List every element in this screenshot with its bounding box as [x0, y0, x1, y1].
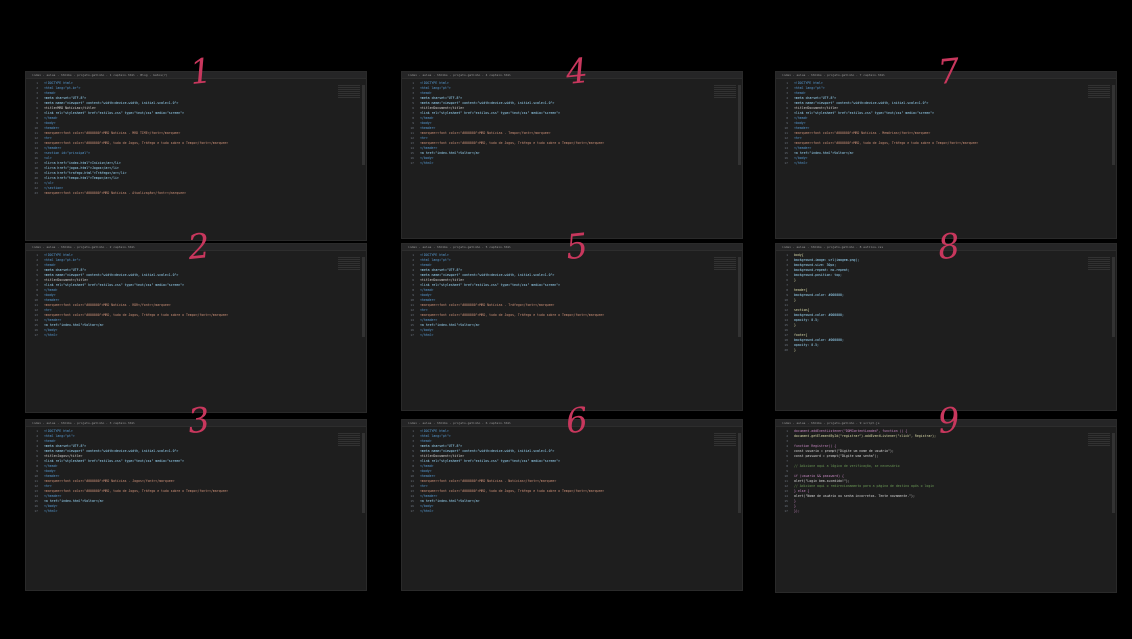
code-editor[interactable]: 1 2 3 4 5 6 7 8 9 10 11 12 13 14 15 16 17 <!DOCTYPE html>…	[776, 79, 1116, 238]
code-editor[interactable]: 1 2 3 4 5 6 7 8 9 10 11 12 13 14 15 16 17 <!DOCTYPE html>…	[26, 251, 366, 412]
line-number-gutter: 1 2 3 4 5 6 7 8 9 10 11 12 13 14 15 16 17	[26, 253, 40, 338]
handwritten-panel-number: 7	[935, 50, 962, 94]
line-number-gutter: 1 2 3 4 5 6 7 8 9 10 11 12 13 14 15 16 17	[26, 429, 40, 514]
code-lines: <!DOCTYPE html> <html lang="pt"> <head> <m…	[420, 81, 708, 166]
line-number-gutter: 1 2 3 4 5 6 7 8 9 10 11 12 13 14 15 16 17	[776, 81, 790, 166]
minimap[interactable]	[338, 85, 360, 99]
handwritten-panel-number: 9	[935, 399, 962, 443]
editor-panel-9: index · aulas · htmlbs · projeto-gatinho…	[776, 420, 1116, 592]
minimap[interactable]	[338, 433, 360, 447]
editor-panel-6: index · aulas · htmlbs · projeto-gatinho…	[402, 420, 742, 590]
line-number: 17	[410, 509, 414, 513]
code-lines: <!DOCTYPE html> <html lang="pt-br"> <head>…	[44, 81, 332, 196]
line-number: 17	[784, 161, 788, 165]
vertical-scrollbar[interactable]	[738, 433, 741, 513]
editor-panel-5: index · aulas · htmlbs · projeto-gatinho…	[402, 244, 742, 410]
code-lines: document.addEventListener("DOMContentLoa…	[794, 429, 1082, 514]
code-lines: <!DOCTYPE html> <html lang="pt-br"> <head>…	[44, 253, 332, 338]
handwritten-panel-number: 2	[185, 225, 212, 269]
editor-panel-1: index · aulas · htmlbs · projeto-gatinho…	[26, 72, 366, 240]
minimap[interactable]	[1088, 85, 1110, 99]
code-editor[interactable]: 1 2 3 4 5 6 7 8 9 10 11 12 13 14 15 16 17 <!DOCTYPE html>…	[402, 251, 742, 410]
code-lines: <!DOCTYPE html> <html lang="pt"> <head> <m…	[44, 429, 332, 514]
code-lines: <!DOCTYPE html> <html lang="pt"> <head> <m…	[794, 81, 1082, 166]
vertical-scrollbar[interactable]	[1112, 85, 1115, 165]
editor-panel-7: index · aulas · htmlbs · projeto-gatinho…	[776, 72, 1116, 238]
line-number: 20	[784, 348, 788, 352]
line-number: 17	[784, 509, 788, 513]
line-number: 23	[34, 191, 38, 195]
code-editor[interactable]: 1 2 3 4 5 6 7 8 9 10 11 12 13 14 15 16 17 document.addEve…	[776, 427, 1116, 592]
line-number-gutter: 1 2 3 4 5 6 7 8 9 10 11 12 13 14 15 16 17 18 19 20 21 22 23	[26, 81, 40, 196]
vertical-scrollbar[interactable]	[362, 257, 365, 337]
line-number: 17	[410, 161, 414, 165]
code-editor[interactable]: 1 2 3 4 5 6 7 8 9 10 11 12 13 14 15 16 17 18 19 20 21 22 23 <!D…	[26, 79, 366, 240]
code-line: }	[794, 348, 796, 352]
code-lines: <!DOCTYPE html> <html lang="pt"> <head> <m…	[420, 429, 708, 514]
line-number: 17	[410, 333, 414, 337]
code-line: </html>	[420, 333, 434, 337]
vertical-scrollbar[interactable]	[362, 433, 365, 513]
handwritten-panel-number: 8	[935, 225, 962, 269]
vertical-scrollbar[interactable]	[738, 257, 741, 337]
line-number-gutter: 1 2 3 4 5 6 7 8 9 10 11 12 13 14 15 16 17	[402, 253, 416, 338]
code-line: </html>	[420, 509, 434, 513]
code-line: </html>	[44, 509, 58, 513]
code-editor[interactable]: 1 2 3 4 5 6 7 8 9 10 11 12 13 14 15 16 17 <!DOCTYPE html>…	[402, 79, 742, 238]
minimap[interactable]	[714, 85, 736, 99]
minimap[interactable]	[1088, 257, 1110, 271]
code-line: <marquee><font color="#000000">MRD Notíc…	[44, 191, 187, 195]
code-line: </html>	[794, 161, 808, 165]
code-line: </html>	[420, 161, 434, 165]
vertical-scrollbar[interactable]	[1112, 257, 1115, 337]
line-number: 17	[34, 509, 38, 513]
line-number: 17	[34, 333, 38, 337]
code-editor[interactable]: 1 2 3 4 5 6 7 8 9 10 11 12 13 14 15 16 17 <!DOCTYPE html>…	[26, 427, 366, 590]
minimap[interactable]	[714, 433, 736, 447]
editor-panel-8: index · aulas · htmlbs · projeto-gatinho…	[776, 244, 1116, 410]
code-lines: body{ background-image: url(imagem.png);…	[794, 253, 1082, 353]
line-number-gutter: 1 2 3 4 5 6 7 8 9 10 11 12 13 14 15 16 17	[776, 429, 790, 514]
handwritten-panel-number: 1	[187, 50, 214, 94]
code-line: </html>	[44, 333, 58, 337]
vertical-scrollbar[interactable]	[738, 85, 741, 165]
code-lines: <!DOCTYPE html> <html lang="pt"> <head> <m…	[420, 253, 708, 338]
code-editor[interactable]: 1 2 3 4 5 6 7 8 9 10 11 12 13 14 15 16 17 <!DOCTYPE html>…	[402, 427, 742, 590]
editor-panel-4: index · aulas · htmlbs · projeto-gatinho…	[402, 72, 742, 238]
line-number-gutter: 1 2 3 4 5 6 7 8 9 10 11 12 13 14 15 16 17 18 19 20	[776, 253, 790, 353]
line-number-gutter: 1 2 3 4 5 6 7 8 9 10 11 12 13 14 15 16 17	[402, 81, 416, 166]
code-editor[interactable]: 1 2 3 4 5 6 7 8 9 10 11 12 13 14 15 16 17 18 19 20 body{ bac…	[776, 251, 1116, 410]
code-line: });	[794, 509, 800, 513]
editor-panel-2: index · aulas · htmlbs · projeto-gatinho…	[26, 244, 366, 412]
minimap[interactable]	[338, 257, 360, 271]
handwritten-panel-number: 6	[563, 399, 590, 443]
editor-panel-3: index · aulas · htmlbs · projeto-gatinho…	[26, 420, 366, 590]
handwritten-panel-number: 5	[563, 225, 590, 269]
handwritten-panel-number: 3	[185, 399, 212, 443]
vertical-scrollbar[interactable]	[1112, 433, 1115, 513]
minimap[interactable]	[1088, 433, 1110, 447]
line-number-gutter: 1 2 3 4 5 6 7 8 9 10 11 12 13 14 15 16 17	[402, 429, 416, 514]
minimap[interactable]	[714, 257, 736, 271]
vertical-scrollbar[interactable]	[362, 85, 365, 165]
handwritten-panel-number: 4	[563, 50, 590, 94]
